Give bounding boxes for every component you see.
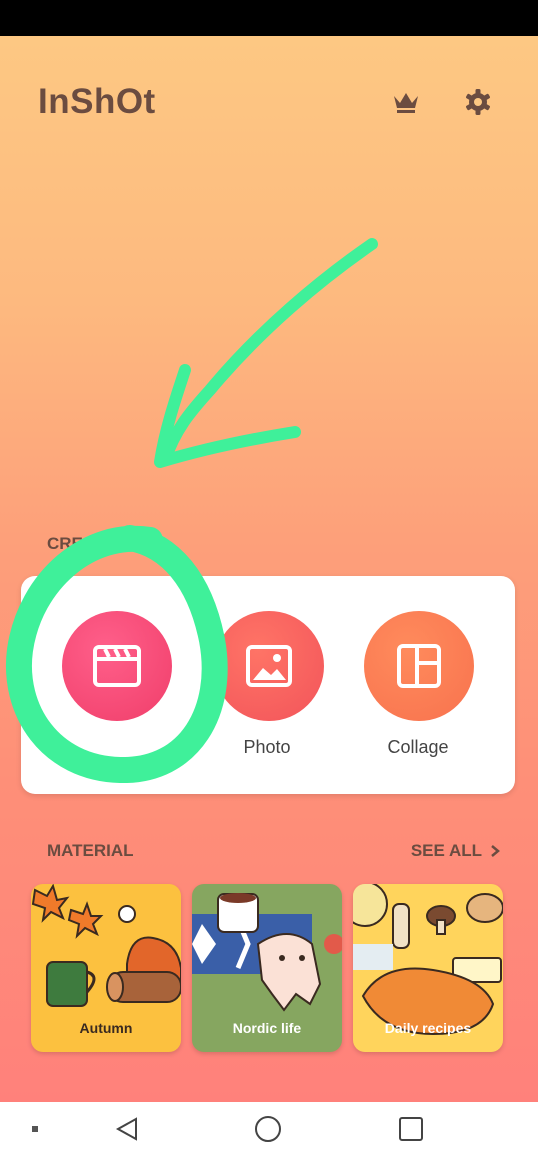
app-logo: InShOt	[38, 82, 156, 121]
create-section-title: CREATE	[47, 534, 116, 553]
material-autumn-label: Autumn	[79, 1020, 133, 1036]
photo-label: Photo	[243, 737, 291, 757]
video-button[interactable]	[62, 611, 172, 721]
status-bar	[0, 0, 538, 36]
material-daily-recipes[interactable]: Daily recipes	[353, 884, 503, 1052]
collage-button[interactable]	[364, 611, 474, 721]
material-daily-label: Daily recipes	[384, 1020, 472, 1036]
system-nav-bar	[0, 1102, 538, 1151]
gear-icon[interactable]	[462, 86, 494, 118]
recents-icon[interactable]	[396, 1114, 426, 1144]
app-screen: InShOt CREATE Photo Collage MATERIAL SEE…	[0, 36, 538, 1102]
chevron-right-icon	[491, 845, 500, 857]
collage-icon	[397, 644, 441, 688]
material-nordic-label: Nordic life	[232, 1020, 302, 1036]
clapperboard-icon	[93, 645, 141, 687]
see-all-link[interactable]: SEE ALL	[411, 841, 500, 861]
photo-button[interactable]	[214, 611, 324, 721]
home-icon[interactable]	[253, 1114, 283, 1144]
material-autumn[interactable]: Autumn	[31, 884, 181, 1052]
see-all-label: SEE ALL	[410, 841, 482, 860]
nav-dot-icon	[20, 1114, 50, 1144]
create-card: Photo Collage	[21, 576, 515, 794]
material-section-title: MATERIAL	[47, 841, 134, 860]
collage-label: Collage	[387, 737, 449, 757]
image-icon	[246, 645, 292, 687]
crown-icon[interactable]	[390, 86, 422, 118]
material-nordic-life[interactable]: Nordic life	[192, 884, 342, 1052]
back-icon[interactable]	[112, 1114, 142, 1144]
